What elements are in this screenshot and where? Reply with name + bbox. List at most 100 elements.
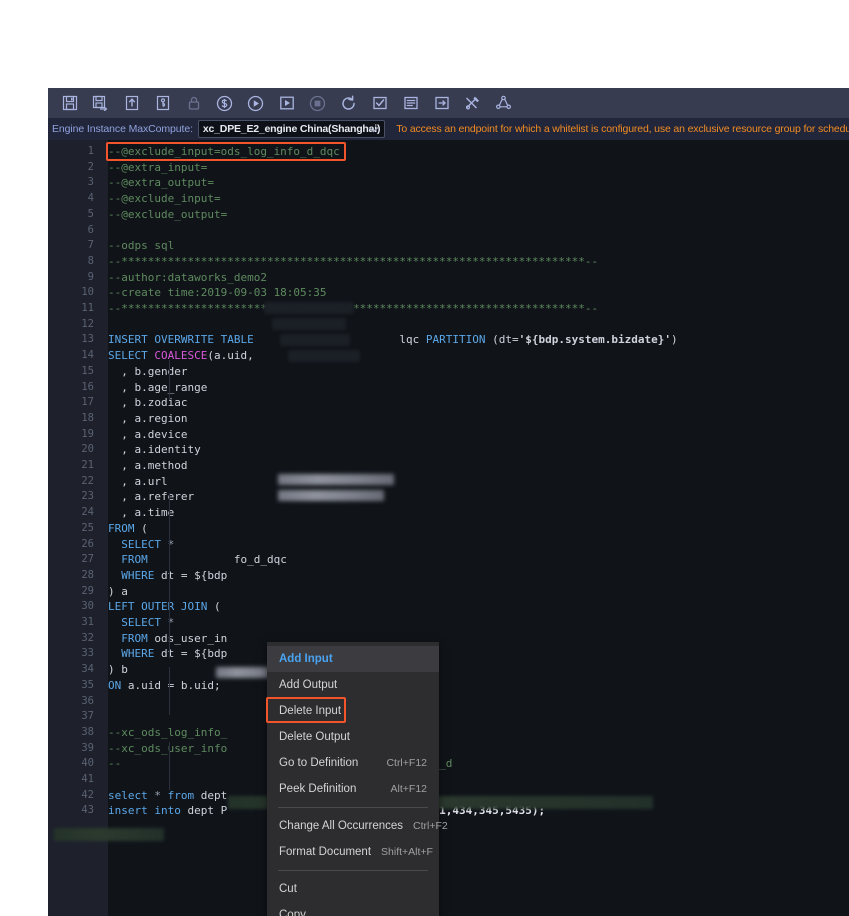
indent-guide [169,360,170,400]
redacted-block [278,474,394,485]
menu-item-label: Go to Definition [279,757,376,769]
code-line[interactable]: INSERT OVERWRITE TABLE lqc PARTITION (dt… [108,332,678,348]
code-line[interactable]: --**************************************… [108,254,598,270]
format-icon[interactable] [395,90,426,116]
line-number: 9 [48,270,94,286]
code-line[interactable]: , a.method [108,458,187,474]
refresh-icon[interactable] [333,90,364,116]
screenshot-root: Engine Instance MaxCompute: xc_DPE_E2_en… [0,0,849,916]
line-number: 12 [48,317,94,333]
line-number: 34 [48,662,94,678]
code-line[interactable]: SELECT * [108,615,174,631]
code-line[interactable]: , a.device [108,427,187,443]
save-as-icon[interactable] [85,90,116,116]
code-line[interactable]: , a.referer [108,489,194,505]
run-smoke-test-icon[interactable] [271,90,302,116]
code-line[interactable]: ) a [108,584,128,600]
menu-item-add-output[interactable]: Add Output [267,672,439,698]
code-line[interactable]: ON a.uid = b.uid; [108,678,221,694]
line-number: 19 [48,427,94,443]
line-number: 15 [48,364,94,380]
code-line[interactable]: FROM fo_d_dqc [108,552,287,568]
line-number: 4 [48,191,94,207]
whitelist-hint-text: To access an endpoint for which a whitel… [396,123,849,135]
engine-instance-select[interactable]: xc_DPE_E2_engine China(Shanghai) [198,120,385,138]
deploy-icon[interactable] [147,90,178,116]
tools-icon[interactable] [457,90,488,116]
menu-item-delete-input[interactable]: Delete Input [267,698,439,724]
menu-item-go-to-definition[interactable]: Go to Definition Ctrl+F12 [267,750,439,776]
line-number: 3 [48,175,94,191]
line-number: 29 [48,584,94,600]
menu-item-shortcut: Ctrl+F12 [386,757,427,769]
redacted-block [272,318,346,330]
code-line[interactable]: --@exclude_output= [108,207,227,223]
code-line[interactable]: --@exclude_input= [108,191,221,207]
code-line[interactable]: ) b [108,662,128,678]
code-line[interactable]: --@extra_input= [108,160,207,176]
menu-item-label: Add Input [279,653,427,665]
sql-editor-window: Engine Instance MaxCompute: xc_DPE_E2_en… [48,88,849,916]
menu-item-change-all-occurrences[interactable]: Change All OccurrencesCtrl+F2 [267,813,439,839]
precheck-icon[interactable] [364,90,395,116]
export-icon[interactable] [426,90,457,116]
line-number: 35 [48,678,94,694]
menu-item-format-document[interactable]: Format DocumentShift+Alt+F [267,839,439,865]
code-line[interactable]: , a.region [108,411,187,427]
code-line[interactable]: --@exclude_input=ods_log_info_d_dqc [108,144,340,160]
code-line[interactable]: , b.zodiac [108,395,187,411]
code-line[interactable]: --xc_ods_user_info [108,741,227,757]
line-number: 25 [48,521,94,537]
code-line[interactable]: --@extra_output= [108,175,214,191]
submit-icon[interactable] [116,90,147,116]
line-number: 22 [48,474,94,490]
menu-item-label: Cut [279,883,427,895]
menu-item-label: Copy [279,909,427,916]
code-line[interactable]: WHERE dt = ${bdp [108,646,227,662]
code-line[interactable]: --odps sql [108,238,174,254]
code-line[interactable]: , b.age_range [108,380,207,396]
code-line[interactable]: FROM ods_user_in [108,631,227,647]
cost-estimate-icon[interactable] [209,90,240,116]
lineage-icon[interactable] [488,90,519,116]
line-number: 24 [48,505,94,521]
line-number: 37 [48,709,94,725]
code-editor[interactable]: --@exclude_input=ods_log_info_d_dqc--@ex… [48,140,849,916]
menu-item-add-input[interactable]: Add Input [267,646,439,672]
menu-item-shortcut: Alt+F12 [391,783,427,795]
line-number: 36 [48,694,94,710]
menu-item-peek-definition[interactable]: Peek DefinitionAlt+F12 [267,776,439,802]
line-number: 23 [48,489,94,505]
menu-item-label: Format Document [279,846,371,858]
menu-item-copy[interactable]: Copy [267,902,439,916]
line-number: 16 [48,380,94,396]
line-number: 6 [48,223,94,239]
code-line[interactable]: , a.time [108,505,174,521]
code-line[interactable]: LEFT OUTER JOIN ( [108,599,221,615]
code-line[interactable]: WHERE dt = ${bdp [108,568,227,584]
code-line[interactable]: , a.identity [108,442,201,458]
line-number: 10 [48,285,94,301]
code-line[interactable]: FROM ( [108,521,148,537]
code-line[interactable]: , a.url [108,474,168,490]
line-number: 39 [48,741,94,757]
run-icon[interactable] [240,90,271,116]
context-menu[interactable]: Add Input Add OutputDelete InputDelete Ou… [267,642,439,916]
line-number: 11 [48,301,94,317]
code-line[interactable]: SELECT COALESCE(a.uid, [108,348,260,364]
engine-instance-value: xc_DPE_E2_engine China(Shanghai) [203,123,380,135]
code-line[interactable]: --author:dataworks_demo2 [108,270,267,286]
code-line[interactable]: , b.gender [108,364,187,380]
line-number: 8 [48,254,94,270]
code-line[interactable]: SELECT * [108,537,174,553]
menu-item-delete-output[interactable]: Delete Output [267,724,439,750]
code-line[interactable]: --create time:2019-09-03 18:05:35 [108,285,327,301]
line-number: 2 [48,160,94,176]
line-number: 32 [48,631,94,647]
line-number: 5 [48,207,94,223]
line-number: 20 [48,442,94,458]
code-line[interactable]: --xc_ods_log_info_ [108,725,227,741]
code-line[interactable]: select * from dept [108,788,227,804]
menu-item-cut[interactable]: Cut [267,876,439,902]
save-icon[interactable] [54,90,85,116]
